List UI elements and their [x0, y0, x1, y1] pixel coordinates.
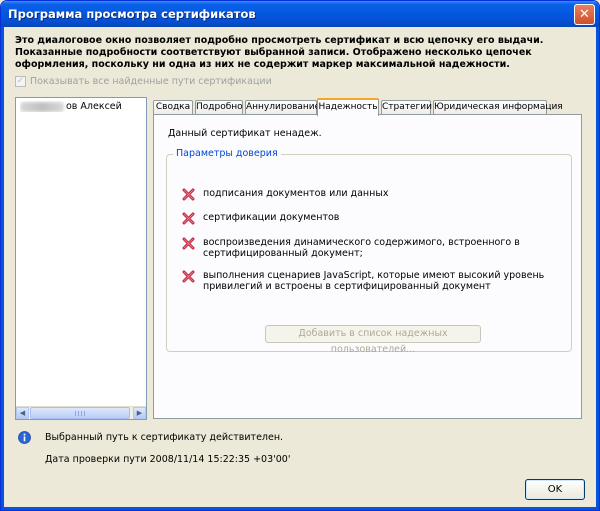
tab-policies[interactable]: Стратегии — [381, 100, 432, 115]
group-title: Параметры доверия — [173, 148, 281, 159]
window-frame-left — [1, 27, 4, 510]
trust-item-text: выполнения сценариев JavaScript, которые… — [203, 270, 545, 292]
horizontal-scrollbar[interactable]: ◀ ▶ — [16, 406, 146, 419]
certificate-path-tree[interactable]: ов Алексей ◀ ▶ — [15, 97, 147, 420]
window-title: Программа просмотра сертификатов — [8, 7, 256, 21]
title-bar[interactable]: Программа просмотра сертификатов ✕ — [1, 1, 599, 27]
red-x-icon — [182, 188, 195, 201]
trust-item: выполнения сценариев JavaScript, которые… — [182, 270, 553, 292]
trust-panel: Данный сертификат ненадеж. Параметры дов… — [153, 114, 582, 419]
window-frame-right — [596, 27, 599, 510]
show-all-paths-checkbox[interactable]: ✓ Показывать все найденные пути сертифик… — [15, 76, 272, 87]
scroll-left-icon[interactable]: ◀ — [16, 407, 29, 419]
ok-button[interactable]: OK — [525, 479, 585, 500]
show-all-paths-label: Показывать все найденные пути сертификац… — [30, 76, 272, 87]
dialog-description: Это диалоговое окно позволяет подробно п… — [15, 35, 544, 70]
redacted-name — [20, 101, 64, 112]
trust-item: воспроизведения динамического содержимог… — [182, 237, 553, 259]
trust-item-text: сертификации документов — [203, 212, 340, 223]
certificate-viewer-window: Программа просмотра сертификатов ✕ Это д… — [0, 0, 600, 511]
grip-icon — [75, 411, 87, 416]
tab-revocation[interactable]: Аннулирование — [245, 100, 320, 115]
window-frame-bottom — [1, 507, 599, 510]
red-x-icon — [182, 212, 195, 225]
tree-item[interactable]: ов Алексей — [20, 101, 144, 112]
trust-item-text: воспроизведения динамического содержимог… — [203, 237, 520, 259]
close-icon: ✕ — [579, 7, 590, 22]
tab-trust[interactable]: Надежность — [317, 98, 379, 116]
tab-legal-notice[interactable]: Юридическая информация — [433, 100, 563, 115]
path-status: Выбранный путь к сертификату действителе… — [45, 432, 284, 443]
scroll-right-icon[interactable]: ▶ — [133, 407, 146, 419]
add-to-trusted-button[interactable]: Добавить в список надежных пользователей… — [265, 325, 481, 355]
trust-status: Данный сертификат ненадеж. — [168, 128, 322, 139]
trust-settings-group: Параметры доверия подписания документов … — [166, 148, 572, 355]
info-icon — [18, 431, 31, 444]
red-x-icon — [182, 270, 195, 283]
checkbox-check-icon: ✓ — [15, 76, 26, 87]
trust-item-text: подписания документов или данных — [203, 188, 389, 199]
trust-item: подписания документов или данных — [182, 188, 553, 201]
validation-date: Дата проверки пути 2008/11/14 15:22:35 +… — [45, 454, 291, 465]
tree-item-label: ов Алексей — [66, 101, 122, 112]
tab-details[interactable]: Подробно — [195, 100, 243, 115]
scrollbar-thumb[interactable] — [30, 407, 130, 419]
close-button[interactable]: ✕ — [574, 4, 595, 25]
trust-item: сертификации документов — [182, 212, 553, 225]
tab-summary[interactable]: Сводка — [153, 100, 193, 115]
red-x-icon — [182, 237, 195, 250]
